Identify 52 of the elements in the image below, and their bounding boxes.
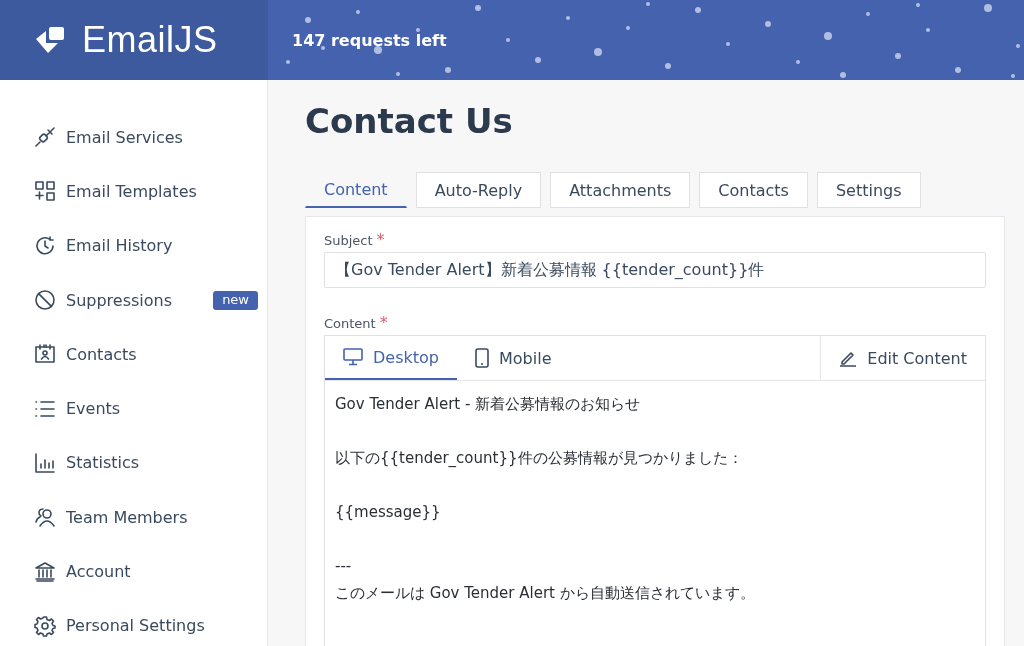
pencil-icon bbox=[839, 349, 858, 367]
templates-icon bbox=[34, 180, 56, 203]
sidebar-item[interactable]: Email Services bbox=[0, 110, 267, 165]
sidebar-item[interactable]: Email History bbox=[0, 218, 267, 273]
requests-left: 147 requests left bbox=[292, 30, 447, 50]
sidebar-item[interactable]: Account bbox=[0, 544, 267, 599]
content-line: このメールは Gov Tender Alert から自動送信されています。 bbox=[335, 583, 756, 604]
phone-icon bbox=[475, 348, 489, 368]
nav-label: Email History bbox=[66, 236, 174, 256]
sidebar-item[interactable]: Team Members bbox=[0, 490, 267, 545]
sidebar-item[interactable]: Contacts bbox=[0, 327, 267, 382]
page-title: Contact Us bbox=[305, 100, 514, 143]
tab[interactable]: Attachments bbox=[550, 172, 691, 208]
nav-label: Team Members bbox=[66, 507, 189, 527]
nav-label: Statistics bbox=[66, 453, 141, 473]
field-label: Subject bbox=[324, 233, 373, 248]
sidebar-item[interactable]: Suppressions new bbox=[0, 272, 267, 328]
nav-label: Events bbox=[66, 399, 122, 419]
nav-label: Email Templates bbox=[66, 181, 198, 201]
contacts-icon bbox=[34, 343, 56, 366]
new-badge: new bbox=[213, 290, 258, 310]
nav-label: Account bbox=[66, 562, 132, 581]
content-line: {{message}} bbox=[335, 502, 442, 523]
subject-field[interactable]: 【Gov Tender Alert】新着公募情報 {{tender_count}}件 bbox=[324, 252, 986, 288]
history-icon bbox=[34, 234, 56, 257]
plug-icon bbox=[34, 126, 56, 149]
gear-icon bbox=[34, 614, 56, 637]
monitor-icon bbox=[343, 348, 363, 366]
brand-name: EmailJS bbox=[82, 19, 218, 61]
required-mark: * bbox=[376, 233, 385, 247]
tab[interactable]: Settings bbox=[816, 172, 921, 208]
preview-tab[interactable]: Desktop bbox=[325, 336, 457, 380]
tab[interactable]: Contacts bbox=[699, 172, 808, 208]
team-icon bbox=[34, 506, 56, 529]
nav-label: Email Services bbox=[66, 127, 184, 147]
content-line: Gov Tender Alert - 新着公募情報のお知らせ bbox=[335, 394, 642, 415]
content-line: --- bbox=[335, 556, 353, 577]
sidebar-item[interactable]: Personal Settings bbox=[0, 598, 267, 646]
content-line: 以下の{{tender_count}}件の公募情報が見つかりました： bbox=[335, 448, 744, 469]
ban-icon bbox=[34, 289, 56, 312]
sidebar-item[interactable]: Statistics bbox=[0, 435, 267, 491]
nav-label: Contacts bbox=[66, 344, 138, 364]
sidebar-item[interactable]: Email Templates bbox=[0, 164, 267, 219]
sidebar-item[interactable]: Events bbox=[0, 381, 267, 436]
field-label: Content bbox=[324, 316, 376, 331]
nav-label: Personal Settings bbox=[66, 616, 206, 636]
bank-icon bbox=[34, 560, 56, 583]
preview-tab[interactable]: Mobile bbox=[457, 336, 570, 380]
tab[interactable]: Auto-Reply bbox=[415, 172, 542, 208]
required-mark: * bbox=[379, 316, 388, 330]
chart-icon bbox=[34, 451, 56, 474]
nav-label: Suppressions bbox=[66, 290, 174, 310]
